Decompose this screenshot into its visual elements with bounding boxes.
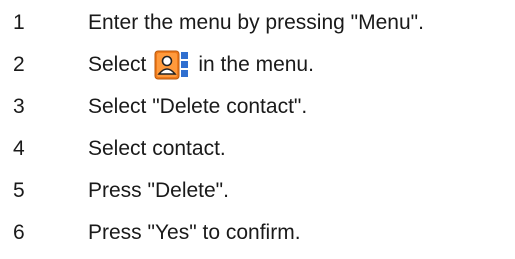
step-number: 6 xyxy=(13,221,25,244)
step-3: 3 Select "Delete contact". xyxy=(0,86,515,128)
step-number: 1 xyxy=(13,11,25,34)
step-5: 5 Press "Delete". xyxy=(0,170,515,212)
step-text: Enter the menu by pressing "Menu". xyxy=(88,11,424,34)
step-number: 3 xyxy=(13,95,25,118)
contacts-icon xyxy=(154,50,190,80)
step-6: 6 Press "Yes" to confirm. xyxy=(0,212,515,254)
step-text: Select contact. xyxy=(88,137,226,160)
step-text: Press "Delete". xyxy=(88,179,229,202)
step-1: 1 Enter the menu by pressing "Menu". xyxy=(0,2,515,44)
step-text: Select "Delete contact". xyxy=(88,95,308,118)
step-text-before-icon: Select xyxy=(88,53,147,76)
step-text: Press "Yes" to confirm. xyxy=(88,221,301,244)
step-number: 4 xyxy=(13,137,25,160)
instruction-steps: 1 Enter the menu by pressing "Menu". 2 S… xyxy=(0,0,515,259)
step-number: 5 xyxy=(13,179,25,202)
step-text-after-icon: in the menu. xyxy=(198,53,314,76)
step-text: Select in the menu. xyxy=(88,50,314,80)
step-4: 4 Select contact. xyxy=(0,128,515,170)
step-2: 2 Select in the menu. xyxy=(0,44,515,86)
step-number: 2 xyxy=(13,53,25,76)
